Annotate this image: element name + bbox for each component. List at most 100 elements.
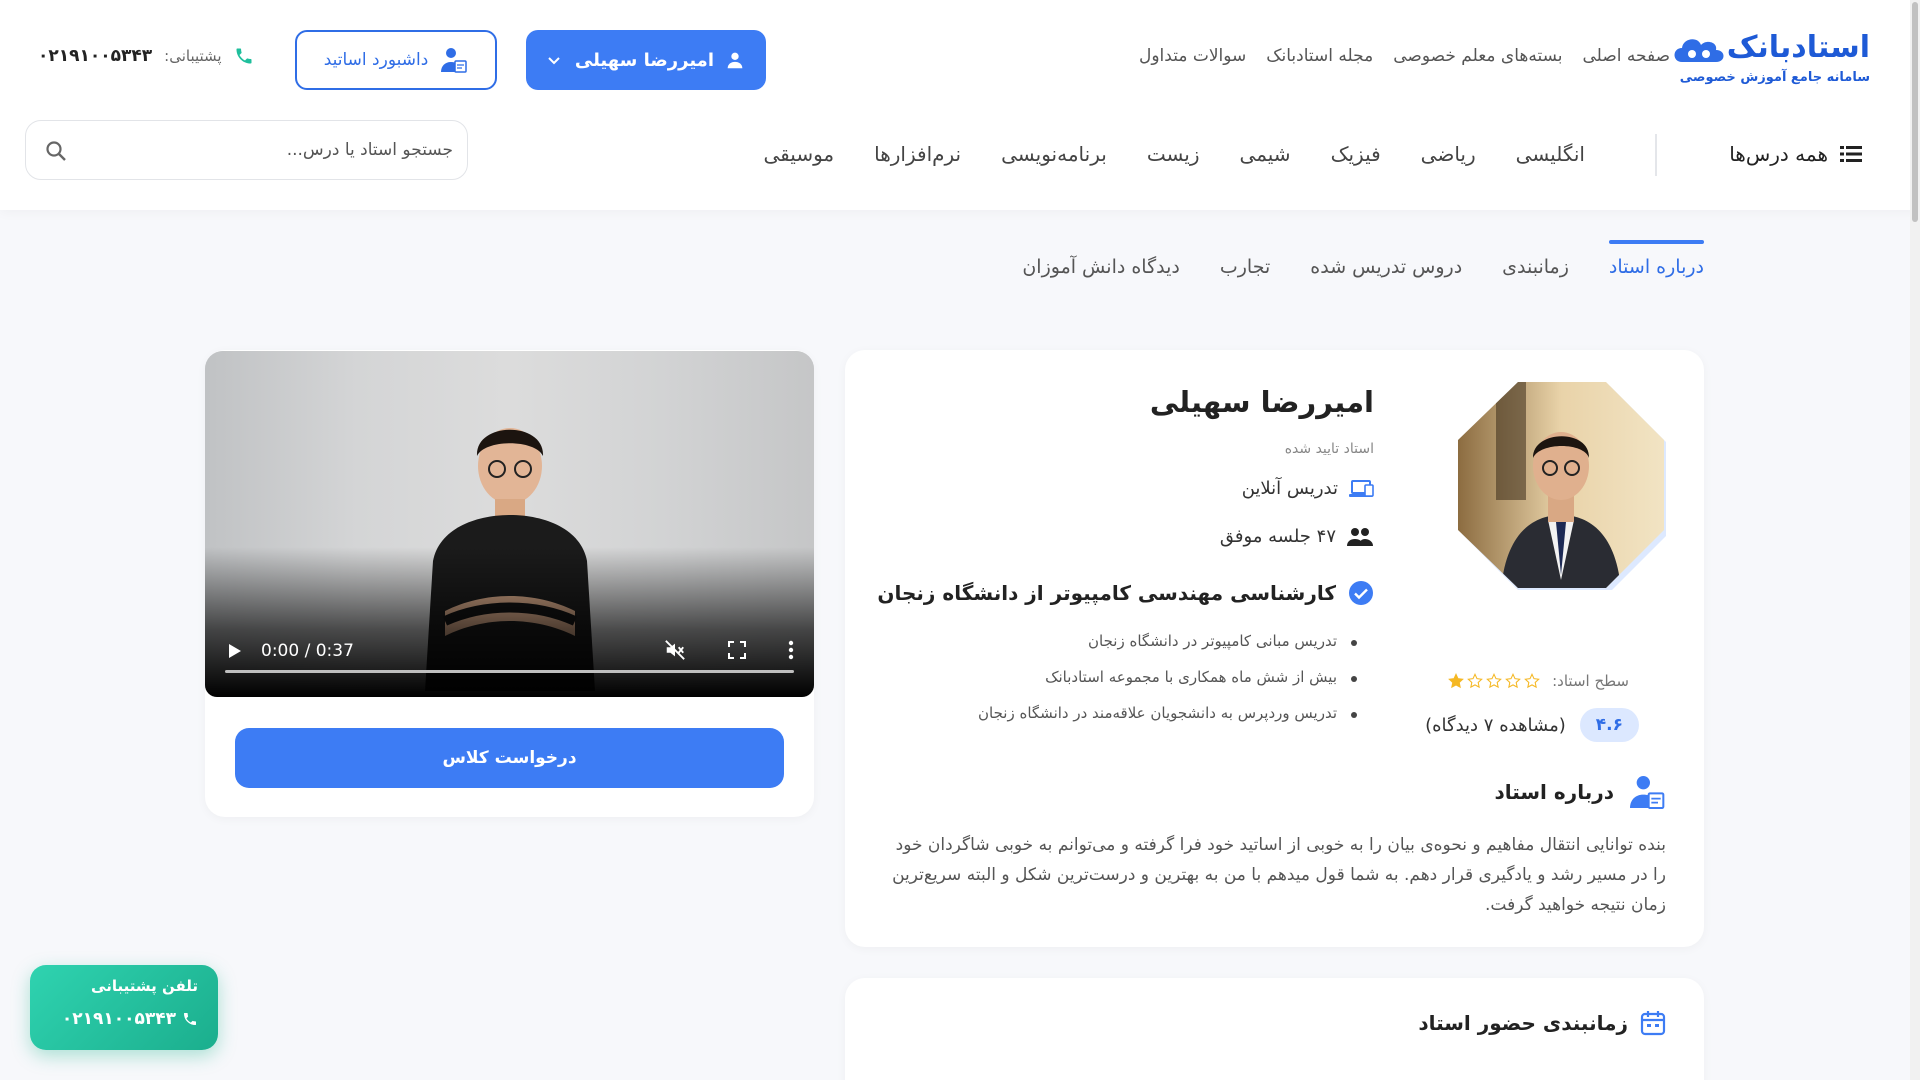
category-chemistry[interactable]: شیمی [1240, 142, 1291, 166]
topnav-home[interactable]: صفحه اصلی [1583, 46, 1670, 66]
tab-schedule[interactable]: زمانبندی [1502, 256, 1569, 286]
rating-badge: ۴.۶ [1579, 708, 1639, 742]
site-header: استادبانک سامانه جامع آموزش خصوصی صفحه ا… [0, 0, 1920, 210]
category-physics[interactable]: فیزیک [1331, 142, 1381, 166]
teacher-board-icon [1630, 776, 1665, 809]
tab-experience[interactable]: تجارب [1220, 256, 1270, 286]
video-controls: 0:00 / 0:37 [205, 631, 814, 671]
site-logo[interactable]: استادبانک سامانه جامع آموزش خصوصی [1670, 30, 1870, 90]
star-icon [1505, 673, 1521, 689]
all-courses-menu[interactable]: همه درس‌ها [1729, 142, 1862, 166]
all-courses-label: همه درس‌ها [1729, 142, 1828, 166]
about-text: بنده توانایی انتقال مفاهیم و نحوه‌ی بیان… [892, 835, 1666, 915]
logo-title: استادبانک [1726, 30, 1870, 65]
tab-courses[interactable]: دروس تدریس شده [1310, 256, 1462, 286]
calendar-icon [1640, 1011, 1666, 1036]
category-english[interactable]: انگلیسی [1516, 142, 1585, 166]
degree: کارشناسی مهندسی کامپیوتر از دانشگاه زنجا… [877, 580, 1374, 606]
nav-divider [1655, 134, 1657, 176]
teacher-board-icon [441, 48, 468, 73]
video-right-controls [664, 639, 794, 661]
avatar [1456, 380, 1668, 592]
list-menu-icon [1840, 146, 1862, 162]
phone-icon [184, 1013, 196, 1025]
avatar-photo [1458, 382, 1668, 592]
teacher-name: امیررضا سهیلی [1149, 385, 1374, 419]
user-icon [727, 52, 743, 69]
video-time: 0:00 / 0:37 [261, 641, 354, 661]
request-class-button[interactable]: درخواست کلاس [235, 728, 784, 788]
user-menu-button[interactable]: امیررضا سهیلی [526, 30, 766, 90]
more-options-icon[interactable] [788, 640, 794, 660]
category-math[interactable]: ریاضی [1421, 142, 1476, 166]
schedule-title: زمانبندی حضور استاد [1418, 1011, 1628, 1035]
list-item: تدریس مبانی کامپیوتر در دانشگاه زنجان [959, 632, 1359, 668]
category-software[interactable]: نرم‌افزارها [874, 142, 961, 166]
video-controls-shade [205, 547, 814, 697]
sessions-label: ۴۷ جلسه موفق [1219, 526, 1336, 547]
category-music[interactable]: موسیقی [764, 142, 835, 166]
category-biology[interactable]: زیست [1147, 142, 1200, 166]
support-float-number: ۰۲۱۹۱۰۰۵۳۴۳ [61, 1009, 176, 1029]
topnav-faq[interactable]: سوالات متداول [1139, 46, 1246, 66]
support-number: ۰۲۱۹۱۰۰۵۳۴۳ [38, 46, 153, 66]
category-nav: انگلیسی ریاضی فیزیک شیمی زیست برنامه‌نوی… [764, 142, 1586, 166]
level-label: سطح استاد: [1552, 672, 1629, 690]
scrollbar-thumb[interactable] [1912, 2, 1918, 222]
about-title: درباره استاد [1494, 780, 1614, 804]
logo-subtitle: سامانه جامع آموزش خصوصی [1679, 70, 1870, 85]
topnav-packages[interactable]: بسته‌های معلم خصوصی [1393, 46, 1562, 66]
list-item: بیش از شش ماه همکاری با مجموعه استادبانک [959, 668, 1359, 704]
verified-label: استاد تایید شده [1284, 441, 1374, 457]
dashboard-label: داشبورد اساتید [323, 50, 429, 70]
intro-video-card: 0:00 / 0:37 درخواست کلاس [205, 350, 814, 817]
user-menu-content: امیررضا سهیلی [575, 49, 746, 71]
intro-video[interactable]: 0:00 / 0:37 [205, 351, 814, 697]
reviews-link[interactable]: (مشاهده ۷ دیدگاه) [1425, 715, 1566, 736]
schedule-card: زمانبندی حضور استاد [845, 978, 1704, 1080]
degree-label: کارشناسی مهندسی کامپیوتر از دانشگاه زنجا… [877, 581, 1336, 605]
support-label: پشتیبانی: [164, 47, 222, 65]
topnav-magazine[interactable]: مجله استادبانک [1266, 46, 1373, 66]
play-icon[interactable] [225, 642, 243, 660]
mute-icon[interactable] [664, 639, 686, 661]
teacher-dashboard-button[interactable]: داشبورد اساتید [295, 30, 497, 90]
support-float-number-wrap: ۰۲۱۹۱۰۰۵۳۴۳ [62, 1009, 198, 1029]
laptop-icon [1349, 479, 1374, 497]
star-icon [1467, 673, 1483, 689]
support-phone-top[interactable]: پشتیبانی: ۰۲۱۹۱۰۰۵۳۴۳ [38, 46, 254, 66]
list-item: تدریس وردپرس به دانشجویان علاقه‌مند در د… [959, 704, 1359, 740]
people-icon [1347, 527, 1373, 546]
level-stars [1448, 673, 1540, 689]
tab-reviews[interactable]: دیدگاه دانش آموزان [1022, 256, 1180, 286]
schedule-heading: زمانبندی حضور استاد [1418, 1010, 1666, 1036]
search-box [25, 120, 468, 180]
teacher-profile-card: امیررضا سهیلی استاد تایید شده تدریس آنلا… [845, 350, 1704, 947]
about-heading: درباره استاد [1494, 772, 1666, 812]
top-nav: صفحه اصلی بسته‌های معلم خصوصی مجله استاد… [1139, 46, 1670, 66]
logo-cloud-icon [1674, 39, 1724, 62]
star-icon [1448, 673, 1464, 689]
profile-tabs: درباره استاد زمانبندی دروس تدریس شده تجا… [1022, 240, 1705, 286]
star-icon [1524, 673, 1540, 689]
teacher-level: سطح استاد: [1448, 672, 1629, 690]
online-label: تدریس آنلاین [1241, 478, 1338, 499]
support-float-label: تلفن پشتیبانی [91, 977, 198, 995]
search-input[interactable] [113, 121, 453, 179]
support-phone-floating[interactable]: تلفن پشتیبانی ۰۲۱۹۱۰۰۵۳۴۳ [30, 965, 218, 1050]
fullscreen-icon[interactable] [728, 641, 746, 659]
video-progress-bar[interactable] [225, 670, 794, 673]
category-programming[interactable]: برنامه‌نویسی [1001, 142, 1107, 166]
phone-icon [236, 48, 252, 64]
experience-list: تدریس مبانی کامپیوتر در دانشگاه زنجان بی… [959, 632, 1359, 740]
verified-check-icon [1349, 581, 1373, 605]
successful-sessions: ۴۷ جلسه موفق [1220, 526, 1374, 547]
user-name: امیررضا سهیلی [574, 49, 714, 71]
star-icon [1486, 673, 1502, 689]
tab-about[interactable]: درباره استاد [1608, 240, 1705, 286]
search-icon[interactable] [44, 139, 68, 163]
online-teaching: تدریس آنلاین [1242, 478, 1374, 499]
page-scrollbar[interactable] [1910, 0, 1920, 1080]
chevron-down-icon [548, 57, 560, 65]
rating-summary[interactable]: ۴.۶ (مشاهده ۷ دیدگاه) [1425, 708, 1639, 742]
